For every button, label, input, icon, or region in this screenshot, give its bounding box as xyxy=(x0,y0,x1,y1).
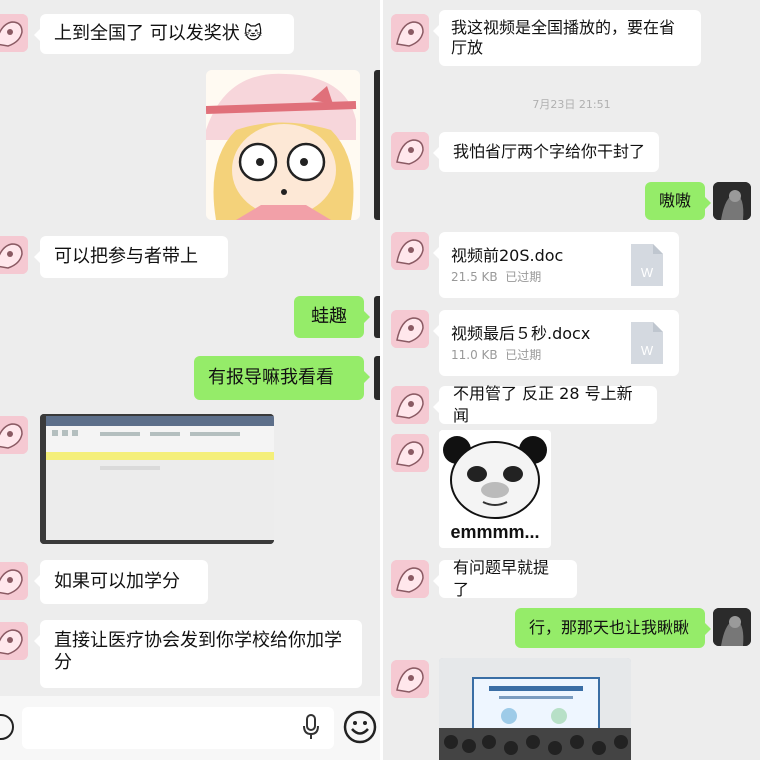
friend-avatar[interactable] xyxy=(0,562,28,600)
file-size: 21.5 KB xyxy=(451,270,498,284)
screenshot-collage: 上到全国了 可以发奖状 🐱 可以把参与者带上 蛙趣 有报导嘛我看看 如果可以加学… xyxy=(0,0,760,760)
my-message-bubble[interactable]: 有报导嘛我看看 xyxy=(194,356,370,400)
sticker-caption: emmmm... xyxy=(450,522,540,542)
friend-avatar[interactable] xyxy=(0,416,28,454)
my-avatar[interactable] xyxy=(713,608,751,646)
my-message-bubble[interactable]: 蛙趣 xyxy=(294,296,370,338)
message-input[interactable] xyxy=(22,707,334,749)
message-text: 蛙趣 xyxy=(311,306,347,327)
message-bubble[interactable]: 我这视频是全国播放的，要在省厅放 xyxy=(433,10,701,66)
svg-text:W: W xyxy=(641,343,654,358)
file-message[interactable]: 视频最后５秒.docx 11.0 KB 已过期 W xyxy=(433,310,679,376)
friend-avatar[interactable] xyxy=(391,386,429,424)
voice-toggle-icon[interactable] xyxy=(0,714,14,740)
timestamp: 7月23日 21:51 xyxy=(532,98,611,111)
file-status: 已过期 xyxy=(505,270,542,284)
smiley-icon[interactable] xyxy=(343,710,377,744)
message-text: 有问题早就提了 xyxy=(453,558,550,599)
message-text: 嗷嗷 xyxy=(659,191,692,210)
panda-meme-sticker[interactable]: emmmm... xyxy=(439,430,551,548)
pane-divider xyxy=(380,0,383,760)
chat-input-bar xyxy=(0,696,380,760)
friend-avatar[interactable] xyxy=(391,660,429,698)
message-text: 如果可以加学分 xyxy=(54,571,180,592)
spreadsheet-photo-image[interactable] xyxy=(40,414,274,544)
my-message-bubble[interactable]: 嗷嗷 xyxy=(645,182,711,220)
cat-face-emoji-icon: 🐱 xyxy=(243,23,263,44)
file-name: 视频前20S.doc xyxy=(451,246,564,265)
anime-sticker-image[interactable] xyxy=(206,70,360,220)
message-bubble[interactable]: 不用管了 反正 28 号上新闻 xyxy=(433,384,657,425)
friend-avatar[interactable] xyxy=(391,434,429,472)
message-text: 不用管了 反正 28 号上新闻 xyxy=(453,384,633,425)
friend-avatar[interactable] xyxy=(391,14,429,52)
word-document-icon: W xyxy=(631,244,663,286)
my-message-bubble[interactable]: 行，那那天也让我瞅瞅 xyxy=(515,608,711,648)
friend-avatar[interactable] xyxy=(391,310,429,348)
microphone-icon[interactable] xyxy=(302,714,320,740)
message-bubble[interactable]: 如果可以加学分 xyxy=(34,560,208,604)
message-bubble[interactable]: 直接让医疗协会发到你学校给你加学分 xyxy=(34,620,362,688)
svg-text:W: W xyxy=(641,265,654,280)
file-size: 11.0 KB xyxy=(451,348,498,362)
file-meta: 11.0 KB 已过期 xyxy=(451,346,541,363)
message-bubble[interactable]: 我怕省厅两个字给你干封了 xyxy=(433,132,659,172)
friend-avatar[interactable] xyxy=(0,622,28,660)
left-chat-pane: 上到全国了 可以发奖状 🐱 可以把参与者带上 蛙趣 有报导嘛我看看 如果可以加学… xyxy=(0,0,380,760)
my-avatar[interactable] xyxy=(713,182,751,220)
right-chat-pane: 我这视频是全国播放的，要在省厅放 7月23日 21:51 我怕省厅两个字给你干封… xyxy=(383,0,760,760)
message-text: 有报导嘛我看看 xyxy=(208,367,334,388)
message-text: 行，那那天也让我瞅瞅 xyxy=(529,618,690,637)
message-bubble[interactable]: 可以把参与者带上 xyxy=(34,236,228,278)
friend-avatar[interactable] xyxy=(391,132,429,170)
conference-photo-image[interactable] xyxy=(439,658,631,760)
file-name: 视频最后５秒.docx xyxy=(451,324,591,343)
friend-avatar[interactable] xyxy=(391,232,429,270)
file-status: 已过期 xyxy=(505,348,542,362)
friend-avatar[interactable] xyxy=(0,236,28,274)
message-text: 直接让医疗协会发到你学校给你加学分 xyxy=(54,630,342,673)
message-text: 我这视频是全国播放的，要在省厅放 xyxy=(451,18,676,57)
message-bubble[interactable]: 有问题早就提了 xyxy=(433,558,577,599)
friend-avatar[interactable] xyxy=(0,14,28,52)
message-text: 上到全国了 可以发奖状 xyxy=(54,23,240,44)
file-meta: 21.5 KB 已过期 xyxy=(451,268,541,285)
message-text: 我怕省厅两个字给你干封了 xyxy=(453,142,646,161)
file-message[interactable]: 视频前20S.doc 21.5 KB 已过期 W xyxy=(433,232,679,298)
friend-avatar[interactable] xyxy=(391,560,429,598)
word-document-icon: W xyxy=(631,322,663,364)
message-bubble[interactable]: 上到全国了 可以发奖状 🐱 xyxy=(34,14,294,54)
message-text: 可以把参与者带上 xyxy=(54,246,198,267)
